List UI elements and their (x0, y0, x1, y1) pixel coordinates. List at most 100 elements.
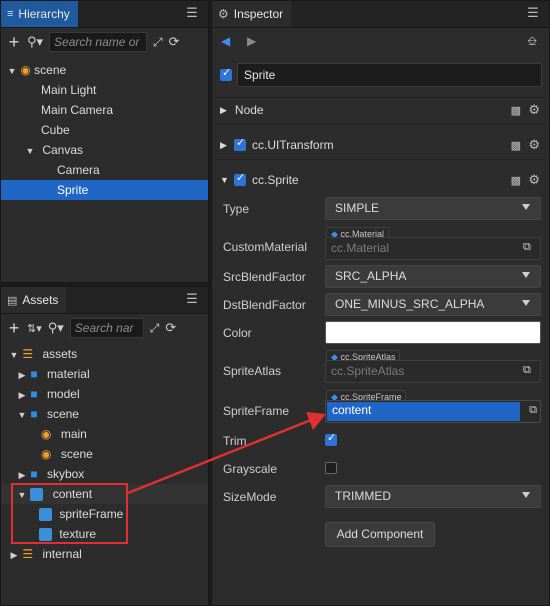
menu-icon[interactable]: ☰ (527, 6, 539, 19)
dst-blend-label: DstBlendFactor (223, 298, 306, 312)
back-icon[interactable]: ◀ (221, 34, 230, 48)
size-mode-value: TRIMMED (335, 489, 391, 503)
forward-icon[interactable]: ▶ (247, 34, 256, 48)
chevron-down-icon[interactable]: ▼ (9, 345, 19, 365)
tree-item-scene[interactable]: ▼ ◉ scene (7, 60, 67, 81)
divider (216, 97, 545, 98)
check-icon: ✓ (236, 137, 246, 149)
src-blend-value: SRC_ALPHA (335, 269, 407, 283)
tree-item-scene-folder[interactable]: ▼ ■ scene (17, 404, 79, 424)
search-icon[interactable]: ⚲▾ (48, 320, 64, 336)
dst-blend-value: ONE_MINUS_SRC_ALPHA (335, 297, 485, 311)
sprite-frame-value-box: content (327, 402, 520, 421)
tree-item-camera[interactable]: Camera (57, 160, 100, 180)
node-name-input[interactable]: Sprite (237, 63, 542, 87)
grayscale-label: Grayscale (223, 462, 278, 476)
asset-picker-icon[interactable]: ⧉ (523, 364, 537, 378)
chevron-down-icon[interactable]: ▼ (17, 405, 27, 425)
tree-item-label: Cube (41, 123, 70, 137)
type-value: SIMPLE (335, 201, 380, 215)
add-component-button[interactable]: Add Component (325, 522, 435, 547)
menu-icon[interactable]: ☰ (186, 292, 198, 305)
chevron-down-icon[interactable]: ▼ (7, 61, 17, 81)
settings-icon[interactable]: ⚙ (528, 137, 540, 153)
sprite-frame-field[interactable]: content ⧉ (325, 400, 541, 423)
tree-item-canvas[interactable]: ▼ Canvas (25, 140, 84, 161)
tree-item-main-light[interactable]: Main Light (41, 80, 96, 100)
uitransform-enabled-checkbox[interactable]: ✓ (234, 137, 246, 151)
add-asset-button[interactable]: + (7, 319, 21, 337)
sprite-enabled-checkbox[interactable]: ✓ (234, 172, 246, 186)
size-mode-dropdown[interactable]: TRIMMED (325, 485, 541, 508)
search-icon[interactable]: ⚲▾ (27, 34, 43, 50)
chevron-right-icon[interactable]: ▶ (17, 365, 27, 385)
inspector-tab[interactable]: ⚙ Inspector (212, 1, 292, 27)
tree-item-internal[interactable]: ▶ ☰ internal (9, 544, 82, 564)
tree-item-main[interactable]: ◉ main (41, 424, 87, 444)
doc-icon[interactable]: ▩ (511, 139, 521, 152)
lock-icon[interactable]: ⎒ (528, 34, 537, 49)
sprite-atlas-field[interactable]: cc.SpriteAtlas ⧉ (325, 360, 541, 383)
color-swatch[interactable] (325, 321, 541, 344)
tree-item-model[interactable]: ▶ ■ model (17, 384, 80, 404)
trim-checkbox[interactable]: ✓ (325, 432, 337, 446)
tree-item-main-camera[interactable]: Main Camera (41, 100, 113, 120)
tree-item-label: Main Light (41, 83, 97, 97)
tree-item-label: scene (46, 407, 79, 421)
chevron-right-icon[interactable]: ▶ (17, 465, 27, 485)
assets-search-input[interactable]: Search nar (69, 318, 144, 338)
tree-item-assets[interactable]: ▼ ☰ assets (9, 344, 78, 365)
tree-item-scene-file[interactable]: ◉ scene (41, 444, 93, 464)
assets-tab[interactable]: ▤ Assets (1, 287, 67, 313)
refresh-icon[interactable]: ⟳ (165, 320, 176, 336)
tree-item-sprite[interactable]: Sprite (1, 180, 208, 200)
doc-icon[interactable]: ▩ (511, 174, 521, 187)
check-icon: ✓ (222, 67, 232, 79)
hierarchy-search-input[interactable]: Search name or (49, 32, 148, 52)
chevron-right-icon[interactable]: ▶ (220, 105, 227, 116)
assets-tabbar: ▤ Assets ☰ (1, 287, 208, 314)
settings-icon[interactable]: ⚙ (528, 172, 540, 188)
tree-item-cube[interactable]: Cube (41, 120, 70, 140)
section-node[interactable]: ▶ Node (212, 99, 549, 121)
chevron-right-icon[interactable]: ▶ (220, 140, 227, 151)
add-node-button[interactable]: + (7, 33, 21, 51)
asset-picker-icon[interactable]: ⧉ (523, 241, 537, 255)
tree-item-label: skybox (46, 467, 85, 481)
tree-item-label: assets (42, 347, 78, 361)
node-active-checkbox[interactable]: ✓ (220, 67, 232, 81)
sort-icon[interactable]: ⇅▾ (27, 322, 42, 335)
menu-icon[interactable]: ☰ (186, 6, 198, 19)
sprite-frame-label: SpriteFrame (223, 404, 290, 418)
expand-all-icon[interactable]: ⤢ (153, 35, 163, 50)
chevron-down-icon[interactable]: ▼ (25, 141, 35, 161)
dst-blend-dropdown[interactable]: ONE_MINUS_SRC_ALPHA (325, 293, 541, 316)
chevron-right-icon[interactable]: ▶ (17, 385, 27, 405)
caret-down-icon (522, 204, 530, 210)
folder-icon: ■ (30, 467, 38, 481)
chevron-down-icon[interactable]: ▼ (220, 175, 229, 185)
hierarchy-toolbar: + ⚲▾ Search name or ⤢ ⟳ (1, 28, 208, 56)
color-label: Color (223, 326, 252, 340)
settings-icon[interactable]: ⚙ (528, 102, 540, 118)
refresh-icon[interactable]: ⟳ (169, 34, 180, 50)
tree-item-skybox[interactable]: ▶ ■ skybox (17, 464, 85, 485)
tree-item-material[interactable]: ▶ ■ material (17, 364, 90, 384)
type-dropdown[interactable]: SIMPLE (325, 197, 541, 220)
asset-picker-icon[interactable]: ⧉ (529, 404, 537, 417)
inspector-tabbar: ⚙ Inspector ☰ (212, 1, 549, 28)
chevron-right-icon[interactable]: ▶ (9, 545, 19, 565)
hierarchy-tab-label: Hierarchy (18, 7, 70, 21)
tree-item-label: internal (42, 547, 82, 561)
doc-icon[interactable]: ▩ (511, 104, 521, 117)
collapse-all-icon[interactable]: ⤢ (150, 321, 160, 336)
src-blend-dropdown[interactable]: SRC_ALPHA (325, 265, 541, 288)
divider (216, 123, 545, 124)
grayscale-checkbox[interactable] (325, 462, 337, 474)
database-icon: ☰ (22, 347, 34, 361)
type-label: Type (223, 202, 250, 216)
scene-icon: ◉ (41, 427, 52, 441)
custom-material-field[interactable]: cc.Material ⧉ (325, 237, 541, 260)
hierarchy-tab[interactable]: ≡ Hierarchy (1, 1, 78, 27)
annotation-highlight-box (11, 483, 128, 544)
